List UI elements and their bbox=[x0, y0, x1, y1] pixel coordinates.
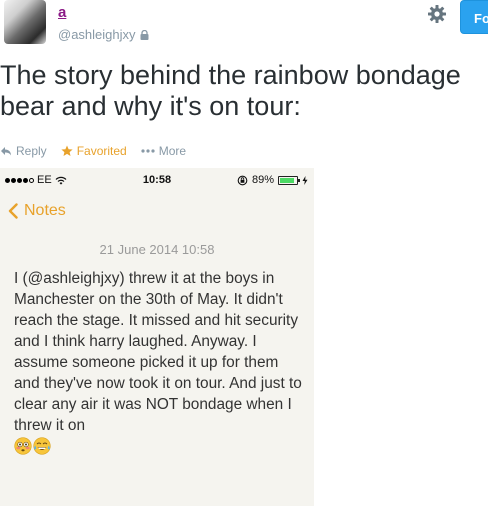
battery-fill bbox=[280, 177, 295, 183]
avatar[interactable] bbox=[4, 0, 46, 44]
reply-icon bbox=[1, 147, 11, 156]
note-date: 21 June 2014 10:58 bbox=[99, 242, 215, 257]
more-label: More bbox=[158, 144, 187, 158]
screen-name: @ashleighjxy bbox=[58, 27, 149, 42]
more-dots-icon bbox=[141, 149, 155, 153]
tweet-actions: Reply Favorited More bbox=[0, 144, 200, 158]
status-bar: EE 10:58 89% bbox=[0, 168, 314, 192]
star-icon bbox=[61, 145, 73, 156]
tears-of-joy-emoji bbox=[33, 437, 51, 455]
favorited-label: Favorited bbox=[76, 144, 127, 158]
charging-bolt-icon bbox=[302, 175, 308, 185]
note-text: I (@ashleighjxy) threw it at the boys in… bbox=[14, 270, 302, 434]
battery-percent: 89% bbox=[251, 174, 274, 186]
battery-icon bbox=[278, 175, 300, 185]
notes-screenshot: EE 10:58 89% Notes 21 June 2014 10:58 I … bbox=[0, 168, 314, 506]
chevron-left-icon bbox=[8, 203, 18, 219]
notes-back-label: Notes bbox=[24, 202, 66, 219]
favorite-button[interactable]: Favorited bbox=[61, 144, 127, 158]
reply-button[interactable]: Reply bbox=[0, 144, 47, 158]
follow-button[interactable]: Follow bbox=[460, 0, 488, 34]
tweet-text: The story behind the rainbow bondage bea… bbox=[0, 60, 461, 121]
notes-back-button[interactable]: Notes bbox=[8, 202, 66, 220]
status-right: 89% bbox=[237, 174, 308, 186]
lock-icon bbox=[140, 29, 149, 40]
flushed-face-emoji bbox=[14, 437, 32, 455]
display-name-link[interactable]: a bbox=[58, 4, 66, 21]
note-body: I (@ashleighjxy) threw it at the boys in… bbox=[14, 268, 304, 457]
more-button[interactable]: More bbox=[141, 144, 186, 158]
reply-label: Reply bbox=[16, 144, 47, 158]
rotation-lock-icon bbox=[237, 175, 248, 185]
screen-name-text: @ashleighjxy bbox=[58, 27, 136, 42]
gear-icon[interactable] bbox=[427, 4, 447, 24]
